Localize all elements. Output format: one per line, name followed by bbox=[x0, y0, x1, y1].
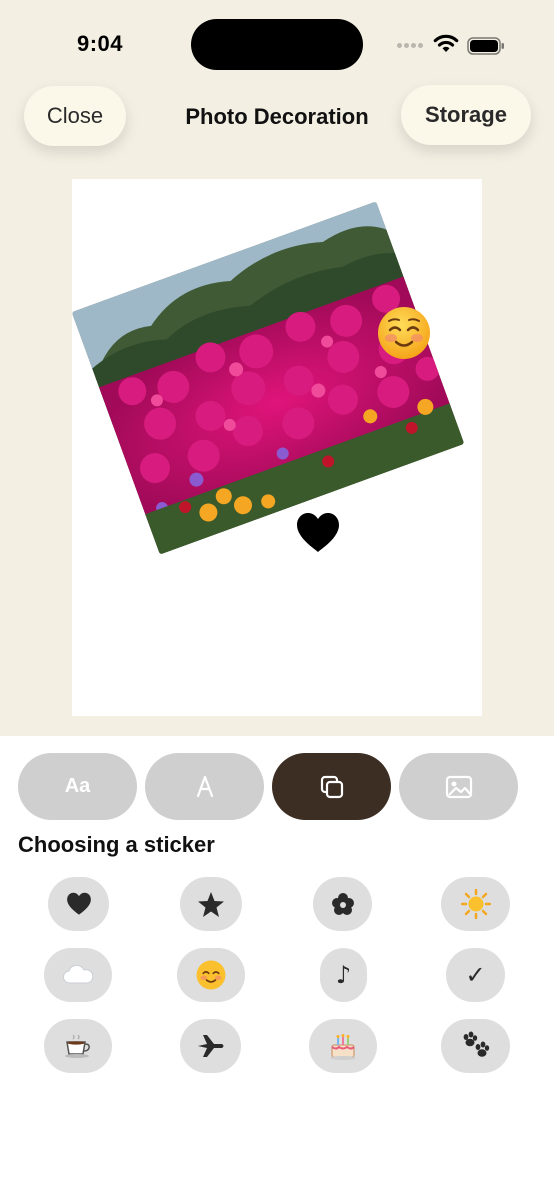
check-icon: ✓ bbox=[465, 961, 486, 989]
sun-icon bbox=[460, 889, 491, 919]
cellular-signal-icon bbox=[397, 43, 425, 51]
sticker-coffee-button[interactable] bbox=[44, 1019, 112, 1073]
photo-tool-button[interactable] bbox=[399, 753, 518, 820]
status-bar: 9:04 bbox=[0, 0, 554, 80]
placed-smiling-face-sticker[interactable] bbox=[377, 306, 431, 360]
sticker-smiling-face-button[interactable] bbox=[177, 948, 245, 1002]
navigation-header: Close Photo Decoration Storage bbox=[0, 84, 554, 148]
dynamic-island bbox=[191, 19, 363, 70]
text-tool-button[interactable]: Aa bbox=[18, 753, 137, 820]
drawing-tool-button[interactable] bbox=[145, 753, 264, 820]
sticker-check-button[interactable]: ✓ bbox=[446, 948, 505, 1002]
status-time: 9:04 bbox=[77, 31, 124, 56]
stack-icon bbox=[320, 775, 343, 798]
coffee-icon bbox=[65, 1034, 90, 1058]
pen-nib-icon bbox=[196, 775, 213, 797]
close-button[interactable]: Close bbox=[24, 86, 126, 146]
sticker-music-note-button[interactable]: ♪ bbox=[320, 948, 367, 1002]
music-note-icon: ♪ bbox=[335, 961, 352, 989]
sticker-flower-button[interactable] bbox=[313, 877, 372, 931]
sticker-sun-button[interactable] bbox=[441, 877, 510, 931]
sticker-cloud-button[interactable] bbox=[44, 948, 112, 1002]
sticker-airplane-button[interactable] bbox=[180, 1019, 241, 1073]
wifi-icon bbox=[432, 32, 460, 54]
tool-bar: Aa bbox=[18, 753, 538, 820]
smiling-face-icon bbox=[196, 960, 226, 990]
sticker-cake-button[interactable] bbox=[309, 1019, 377, 1073]
star-icon bbox=[198, 891, 224, 917]
sticker-heart-button[interactable] bbox=[48, 877, 109, 931]
paw-icon bbox=[463, 1031, 489, 1057]
airplane-icon bbox=[197, 1035, 223, 1057]
cloud-icon bbox=[63, 965, 94, 984]
cake-icon bbox=[330, 1034, 356, 1060]
storage-button[interactable]: Storage bbox=[401, 85, 531, 145]
image-icon bbox=[445, 775, 472, 798]
battery-icon bbox=[467, 37, 505, 55]
page-title: Photo Decoration bbox=[185, 104, 369, 129]
text-tool-label: Aa bbox=[64, 775, 91, 797]
sticker-section-title: Choosing a sticker bbox=[18, 832, 215, 857]
sticker-tool-button[interactable] bbox=[272, 753, 391, 820]
placed-heart-sticker[interactable] bbox=[295, 512, 341, 554]
heart-icon bbox=[66, 892, 91, 915]
sticker-star-button[interactable] bbox=[180, 877, 242, 931]
flower-icon bbox=[331, 893, 354, 915]
sticker-paw-button[interactable] bbox=[441, 1019, 510, 1073]
